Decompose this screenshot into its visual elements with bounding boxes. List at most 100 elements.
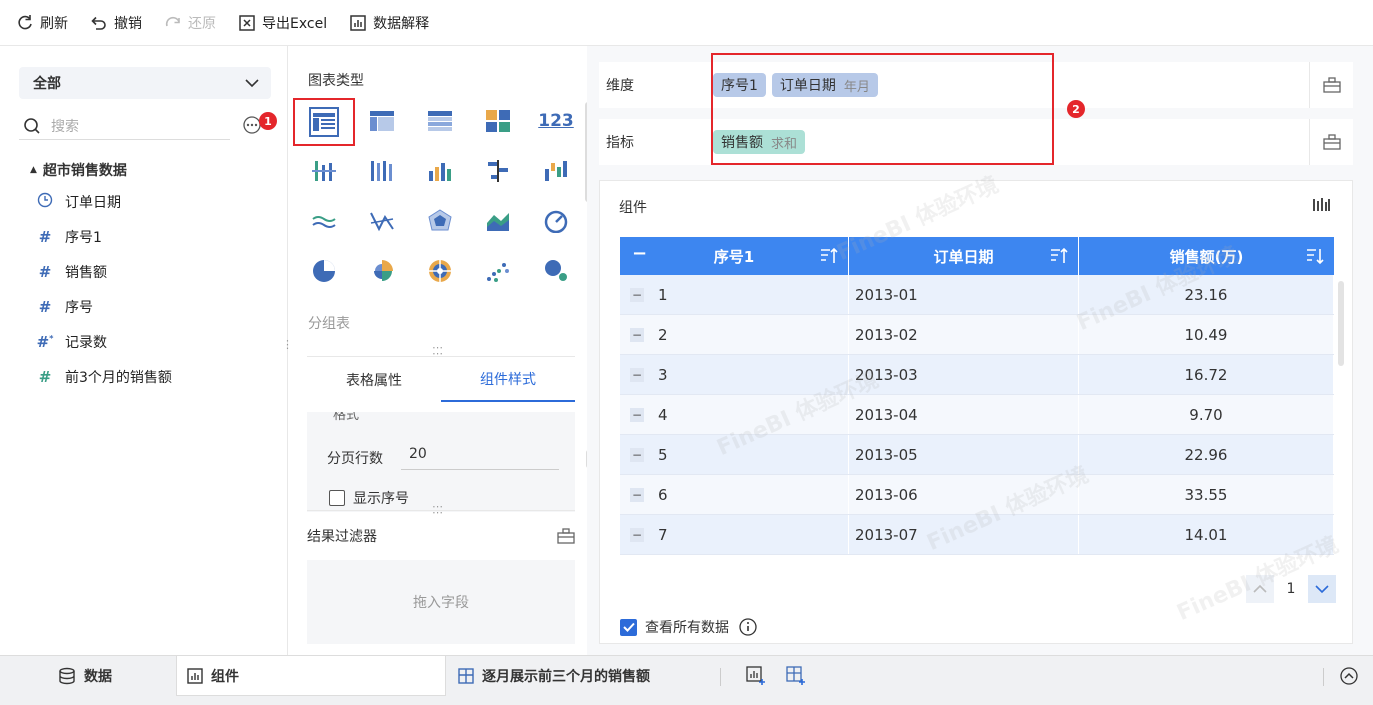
- sort-asc-icon[interactable]: [820, 247, 838, 265]
- filter-drop-zone[interactable]: 拖入字段: [307, 560, 575, 644]
- add-component-button[interactable]: [746, 656, 774, 696]
- page-rows-input[interactable]: 20: [401, 440, 559, 470]
- collapse-row-icon[interactable]: −: [630, 327, 644, 342]
- table-scrollbar[interactable]: [1338, 281, 1344, 366]
- table-row[interactable]: −2 2013-02 10.49: [620, 315, 1334, 355]
- table-row[interactable]: −4 2013-04 9.70: [620, 395, 1334, 435]
- chart-type-radar-line[interactable]: [363, 202, 401, 240]
- table-row[interactable]: −7 2013-07 14.01: [620, 515, 1334, 555]
- chart-type-grouped-table[interactable]: [293, 98, 355, 146]
- field-label: 销售额: [65, 265, 107, 281]
- table-row[interactable]: −1 2013-01 23.16: [620, 275, 1334, 315]
- chart-type-kpi-grid[interactable]: [479, 102, 517, 140]
- redo-label: 还原: [188, 15, 216, 32]
- show-index-checkbox[interactable]: 显示序号: [329, 488, 409, 508]
- measure-settings-button[interactable]: [1309, 119, 1353, 165]
- chart-type-stacked-column[interactable]: [363, 152, 401, 190]
- field-prev3-sales[interactable]: # 前3个月的销售额: [36, 367, 172, 387]
- chart-type-line[interactable]: [305, 202, 343, 240]
- bottom-bar: 数据 组件 逐月展示前三个月的销售额: [0, 655, 1373, 705]
- step-badge-1: 1: [259, 112, 277, 130]
- chart-type-scatter[interactable]: [479, 252, 517, 290]
- table-row[interactable]: −3 2013-03 16.72: [620, 355, 1334, 395]
- collapse-all-icon[interactable]: −: [632, 243, 647, 264]
- line-chart-icon: [312, 216, 336, 228]
- chart-style-icon[interactable]: [1312, 197, 1330, 213]
- chart-type-sunburst[interactable]: [421, 252, 459, 290]
- col-header-sales[interactable]: 销售额(万): [1079, 237, 1334, 275]
- export-excel-button[interactable]: 导出Excel: [238, 13, 327, 33]
- collapse-row-icon[interactable]: −: [630, 487, 644, 502]
- data-explain-label: 数据解释: [373, 15, 430, 32]
- col-header-order-date[interactable]: 订单日期: [849, 237, 1079, 275]
- tab-component-style[interactable]: 组件样式: [441, 357, 575, 402]
- bar-chart-icon: [312, 161, 336, 181]
- chart-type-area[interactable]: [479, 202, 517, 240]
- horizontal-bar-icon: [488, 160, 508, 182]
- chart-type-bar-grouped[interactable]: [305, 152, 343, 190]
- tab-dashboard[interactable]: 逐月展示前三个月的销售额: [458, 656, 650, 696]
- collapse-row-icon[interactable]: −: [630, 287, 644, 302]
- scope-select[interactable]: 全部: [19, 67, 271, 99]
- collapse-row-icon[interactable]: −: [630, 367, 644, 382]
- refresh-button[interactable]: 刷新: [16, 13, 68, 33]
- search-field[interactable]: 搜索: [19, 112, 230, 140]
- chart-type-bubble[interactable]: [537, 252, 575, 290]
- cell-order-date: 2013-06: [849, 475, 1079, 514]
- collapse-row-icon[interactable]: −: [630, 527, 644, 542]
- field-label: 序号: [65, 300, 93, 316]
- dimension-settings-button[interactable]: [1309, 62, 1353, 108]
- crossed-line-icon: [370, 212, 394, 232]
- filter-settings-icon[interactable]: [557, 527, 575, 544]
- collapse-button[interactable]: [1340, 656, 1366, 696]
- page-rows-label: 分页行数: [327, 451, 383, 467]
- field-order-date[interactable]: 订单日期: [36, 192, 121, 212]
- collapse-row-icon[interactable]: −: [630, 407, 644, 422]
- view-all-data-checkbox[interactable]: 查看所有数据: [620, 617, 757, 637]
- chart-type-radar[interactable]: [421, 202, 459, 240]
- add-dashboard-button[interactable]: [786, 656, 814, 696]
- dashboard-icon: [458, 668, 474, 684]
- sort-asc-icon[interactable]: [1050, 247, 1068, 265]
- chart-type-column[interactable]: [421, 152, 459, 190]
- dataset-node[interactable]: ▲ 超市销售数据: [30, 160, 127, 180]
- col-header-label: 销售额(万): [1169, 247, 1244, 266]
- info-icon[interactable]: [739, 618, 757, 636]
- tab-data[interactable]: 数据: [58, 656, 112, 696]
- cell-sales: 9.70: [1079, 395, 1334, 434]
- field-index[interactable]: # 序号: [36, 297, 93, 317]
- table-row[interactable]: −6 2013-06 33.55: [620, 475, 1334, 515]
- field-index1[interactable]: # 序号1: [36, 227, 102, 247]
- redo-button[interactable]: 还原: [164, 13, 216, 33]
- divider: [1323, 668, 1324, 686]
- tab-table-properties[interactable]: 表格属性: [307, 357, 441, 402]
- chart-type-rose[interactable]: [363, 252, 401, 290]
- next-page-button[interactable]: [1308, 575, 1336, 603]
- field-record-count[interactable]: #* 记录数: [36, 332, 107, 352]
- tab-component[interactable]: 组件: [176, 656, 446, 696]
- tab-component-label: 组件: [211, 668, 239, 685]
- chart-type-horizontal-bar[interactable]: [479, 152, 517, 190]
- scatter-icon: [487, 263, 509, 282]
- property-tabs: 表格属性 组件样式: [307, 356, 575, 402]
- field-label: 记录数: [65, 335, 107, 351]
- col-header-index1[interactable]: − 序号1: [620, 237, 849, 275]
- data-explain-button[interactable]: 数据解释: [349, 13, 429, 33]
- undo-button[interactable]: 撤销: [90, 13, 142, 33]
- chart-type-cross-table[interactable]: [421, 102, 459, 140]
- column-chart-icon: [429, 163, 451, 181]
- chart-type-waterfall[interactable]: [537, 152, 575, 190]
- table-row[interactable]: −5 2013-05 22.96: [620, 435, 1334, 475]
- prev-page-button[interactable]: [1246, 575, 1274, 603]
- field-sales[interactable]: # 销售额: [36, 262, 107, 282]
- collapse-row-icon[interactable]: −: [630, 447, 644, 462]
- chart-type-gauge[interactable]: [537, 202, 575, 240]
- chart-type-detail-table[interactable]: [363, 102, 401, 140]
- chart-type-pie[interactable]: [305, 252, 343, 290]
- expand-triangle-icon: ▲: [30, 165, 37, 175]
- sort-none-icon[interactable]: [1306, 247, 1324, 265]
- field-panel: 全部 搜索 1 ▲ 超市销售数据 订单日期 # 序号1 # 销售额 # 序号 #…: [0, 46, 288, 655]
- result-filter-title: 结果过滤器: [307, 528, 377, 545]
- chart-type-number[interactable]: 123: [537, 102, 575, 140]
- cell-index1: −4: [620, 395, 849, 434]
